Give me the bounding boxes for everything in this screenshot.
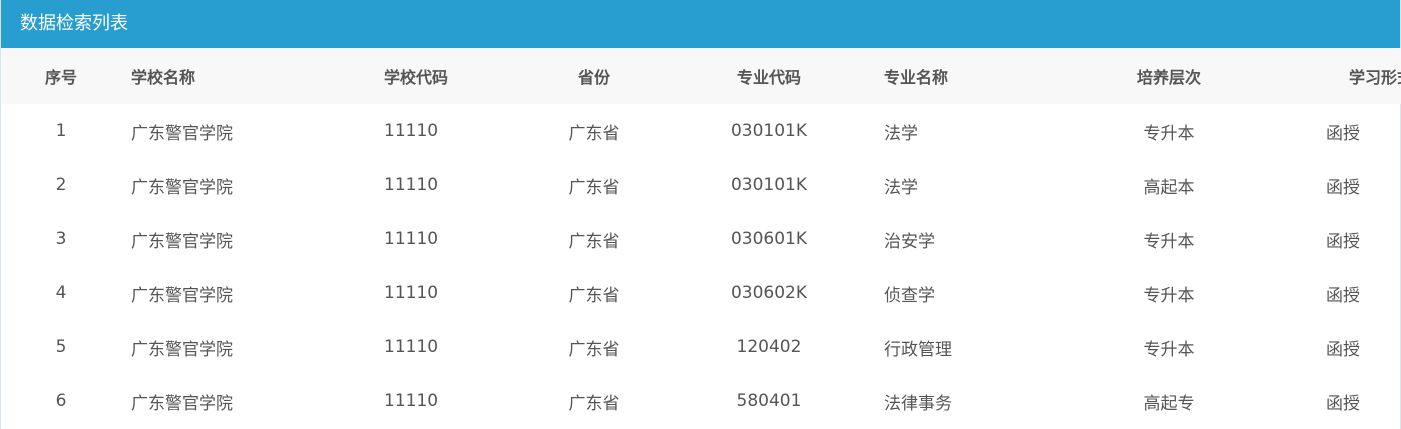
cell-study-mode: 函授 — [1326, 231, 1360, 252]
cell-school-name: 广东警官学院 — [131, 177, 233, 198]
cell-level: 专升本 — [1143, 285, 1195, 306]
cell-school-name: 广东警官学院 — [131, 339, 233, 360]
cell-level: 专升本 — [1143, 123, 1195, 144]
cell-major-name: 治安学 — [884, 231, 935, 252]
cell-level: 高起专 — [1143, 393, 1195, 414]
column-header-major-code: 专业代码 — [654, 48, 884, 104]
cell-level: 专升本 — [1143, 339, 1195, 360]
cell-study-mode: 函授 — [1326, 339, 1360, 360]
column-header-school-name: 学校名称 — [121, 48, 381, 104]
cell-school-code: 11110 — [384, 391, 439, 411]
cell-school-code: 11110 — [384, 283, 439, 303]
table-row: 5 广东警官学院 11110 广东省 120402 行政管理 专升本 函授 — [1, 320, 1401, 374]
cell-province: 广东省 — [568, 393, 620, 414]
cell-major-code: 580401 — [736, 391, 802, 411]
cell-index: 1 — [55, 121, 67, 141]
cell-index: 2 — [55, 175, 67, 195]
cell-province: 广东省 — [568, 177, 620, 198]
cell-study-mode: 函授 — [1326, 393, 1360, 414]
cell-school-code: 11110 — [384, 337, 439, 357]
cell-index: 4 — [55, 283, 67, 303]
cell-major-code: 030602K — [730, 283, 808, 303]
data-search-panel: 数据检索列表 序号 学校名称 学校代码 省份 专业代码 专业名称 培养层次 学习… — [0, 0, 1401, 429]
cell-school-name: 广东警官学院 — [131, 231, 233, 252]
cell-major-name: 行政管理 — [884, 339, 952, 360]
cell-index: 6 — [55, 391, 67, 411]
cell-major-name: 侦查学 — [884, 285, 935, 306]
table-row: 4 广东警官学院 11110 广东省 030602K 侦查学 专升本 函授 — [1, 266, 1401, 320]
cell-province: 广东省 — [568, 285, 620, 306]
table-row: 6 广东警官学院 11110 广东省 580401 法律事务 高起专 函授 — [1, 374, 1401, 428]
cell-study-mode: 函授 — [1326, 123, 1360, 144]
table-header-row: 序号 学校名称 学校代码 省份 专业代码 专业名称 培养层次 学习形式 — [1, 48, 1401, 104]
panel-title: 数据检索列表 — [1, 0, 1400, 48]
table-row: 3 广东警官学院 11110 广东省 030601K 治安学 专升本 函授 — [1, 212, 1401, 266]
cell-major-code: 120402 — [736, 337, 802, 357]
table-row: 2 广东警官学院 11110 广东省 030101K 法学 高起本 函授 — [1, 158, 1401, 212]
cell-level: 高起本 — [1143, 177, 1195, 198]
cell-major-name: 法律事务 — [884, 393, 952, 414]
column-header-level: 培养层次 — [1084, 48, 1254, 104]
cell-school-name: 广东警官学院 — [131, 285, 233, 306]
cell-province: 广东省 — [568, 339, 620, 360]
cell-level: 专升本 — [1143, 231, 1195, 252]
cell-major-code: 030101K — [730, 121, 808, 141]
cell-school-code: 11110 — [384, 175, 439, 195]
cell-major-name: 法学 — [884, 177, 918, 198]
cell-school-code: 11110 — [384, 229, 439, 249]
cell-province: 广东省 — [568, 231, 620, 252]
cell-study-mode: 函授 — [1326, 177, 1360, 198]
cell-school-code: 11110 — [384, 121, 439, 141]
cell-index: 3 — [55, 229, 67, 249]
cell-major-code: 030101K — [730, 175, 808, 195]
cell-school-name: 广东警官学院 — [131, 123, 233, 144]
cell-province: 广东省 — [568, 123, 620, 144]
column-header-study-mode: 学习形式 — [1254, 48, 1401, 104]
cell-major-name: 法学 — [884, 123, 918, 144]
column-header-province: 省份 — [534, 48, 654, 104]
column-header-school-code: 学校代码 — [381, 48, 534, 104]
cell-study-mode: 函授 — [1326, 285, 1360, 306]
table-row: 1 广东警官学院 11110 广东省 030101K 法学 专升本 函授 — [1, 104, 1401, 158]
column-header-index: 序号 — [1, 48, 121, 104]
data-table: 序号 学校名称 学校代码 省份 专业代码 专业名称 培养层次 学习形式 1 广东… — [1, 48, 1401, 428]
cell-major-code: 030601K — [730, 229, 808, 249]
cell-school-name: 广东警官学院 — [131, 393, 233, 414]
column-header-major-name: 专业名称 — [884, 48, 1084, 104]
cell-index: 5 — [55, 337, 67, 357]
